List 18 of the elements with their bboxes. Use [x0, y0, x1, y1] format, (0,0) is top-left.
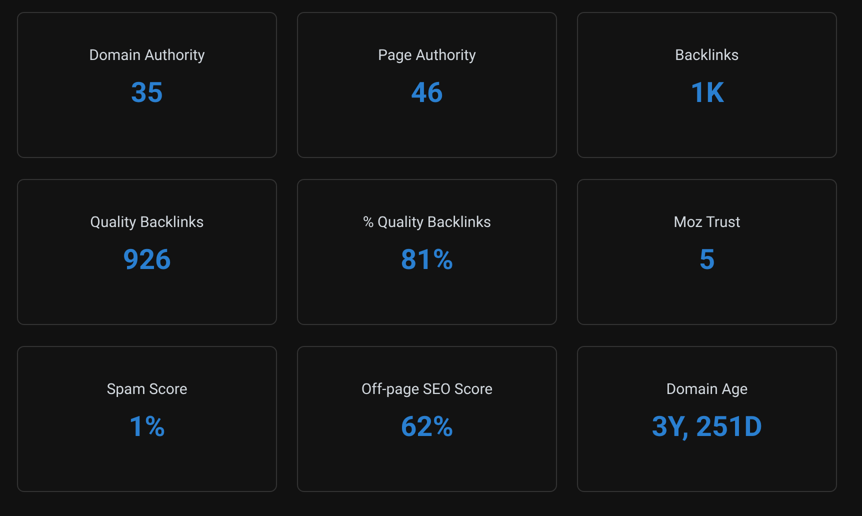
- metric-label: Domain Age: [666, 380, 748, 398]
- metric-value: 35: [130, 77, 164, 109]
- metric-label: Moz Trust: [674, 213, 740, 231]
- metric-label: Quality Backlinks: [90, 213, 204, 231]
- metric-value: 81%: [400, 244, 454, 276]
- metric-value: 1K: [690, 77, 724, 109]
- metric-value: 1%: [128, 411, 166, 443]
- metric-label: Backlinks: [675, 46, 739, 64]
- metric-label: % Quality Backlinks: [362, 213, 492, 231]
- metric-label: Off-page SEO Score: [361, 380, 493, 398]
- metric-value: 926: [122, 244, 172, 276]
- metric-value: 46: [410, 77, 444, 109]
- metric-label: Spam Score: [106, 380, 188, 398]
- metric-label: Page Authority: [378, 46, 476, 64]
- metric-value: 3Y, 251D: [652, 411, 762, 443]
- metric-value: 5: [698, 244, 716, 276]
- metric-value: 62%: [400, 411, 454, 443]
- metric-label: Domain Authority: [89, 46, 205, 64]
